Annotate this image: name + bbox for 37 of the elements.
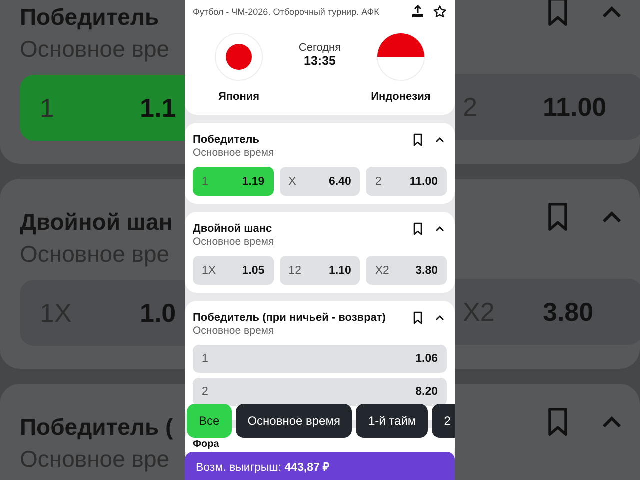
odds-button[interactable]: 12 1.10 [280,256,360,285]
match-day: Сегодня [298,42,342,54]
flag-icon [215,33,263,81]
odds-button[interactable]: X2 3.80 [366,256,448,285]
team-name: Индонезия [371,91,431,103]
share-icon[interactable] [411,5,425,19]
filter-chip[interactable]: 1-й тайм [356,404,428,438]
market-title: Победитель [193,134,261,146]
potential-win-text: Возм. выигрыш: 443,87 ₽ [196,460,330,474]
market-subtitle: Основное время [193,236,276,249]
market-title: Победитель ( [20,413,174,442]
market-subtitle: Основное время [193,325,276,338]
odds-button[interactable]: 1 1.1 [20,75,185,141]
odds-button[interactable]: 1 1.06 [193,345,447,373]
star-icon[interactable] [433,5,447,19]
match-time: 13:35 [304,54,336,68]
odds-button[interactable]: 1X 1.05 [193,256,274,285]
odds-button[interactable]: 2 11.00 [366,167,448,196]
filter-chip[interactable]: 2 [432,404,455,438]
flag-icon [376,33,425,81]
bookmark-icon[interactable] [411,311,425,325]
odds-button[interactable]: 1 1.19 [193,167,274,196]
filter-chip[interactable]: Все [187,404,232,438]
market-subtitle: Основное время [193,147,276,160]
market-title: Победитель [20,3,160,32]
market-title: Двойной шан [20,208,174,237]
filter-chip[interactable]: Основное время [236,404,352,438]
potential-win-bar[interactable]: Возм. выигрыш: 443,87 ₽ [185,452,455,480]
bookmark-icon[interactable] [411,133,425,147]
breadcrumb: Футбол - ЧМ-2026. Отборочный турнир. АФК [193,7,380,17]
team-name: Япония [218,91,260,103]
bookmark-icon[interactable] [411,222,425,236]
odds-button[interactable]: X 6.40 [280,167,360,196]
market-title: Двойной шанс [193,223,274,235]
odds-button[interactable]: 2 8.20 [193,378,447,406]
market-title: Победитель (при ничьей - возврат) [193,312,387,324]
market-title: Фора [193,439,220,451]
